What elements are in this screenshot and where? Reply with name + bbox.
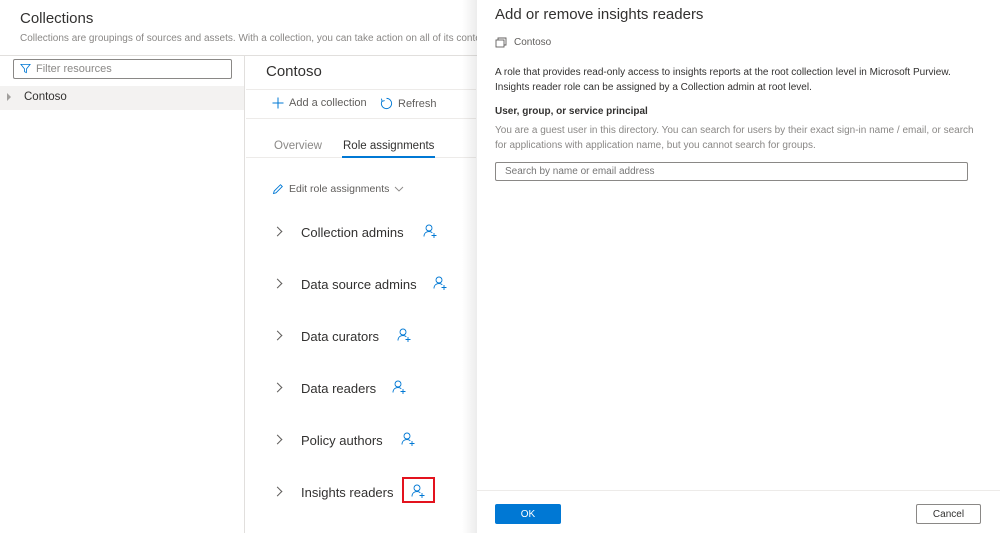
principal-field-label: User, group, or service principal	[495, 106, 648, 117]
modal-overlay[interactable]	[0, 0, 476, 533]
panel-shadow	[462, 0, 478, 533]
principal-search-input[interactable]	[495, 162, 968, 181]
panel-title: Add or remove insights readers	[495, 6, 704, 23]
principal-help-text: You are a guest user in this directory. …	[495, 125, 974, 151]
panel-collection-name: Contoso	[514, 36, 552, 48]
role-description: A role that provides read-only access to…	[495, 67, 951, 93]
panel-footer: OK Cancel	[477, 490, 1000, 533]
page: Collections Collections are groupings of…	[0, 0, 1000, 533]
panel-collection: Contoso	[495, 36, 551, 48]
collection-icon	[495, 37, 507, 48]
cancel-button[interactable]: Cancel	[916, 504, 981, 524]
ok-button[interactable]: OK	[495, 504, 561, 524]
add-remove-insights-readers-panel: Add or remove insights readers Contoso A…	[477, 0, 1000, 533]
